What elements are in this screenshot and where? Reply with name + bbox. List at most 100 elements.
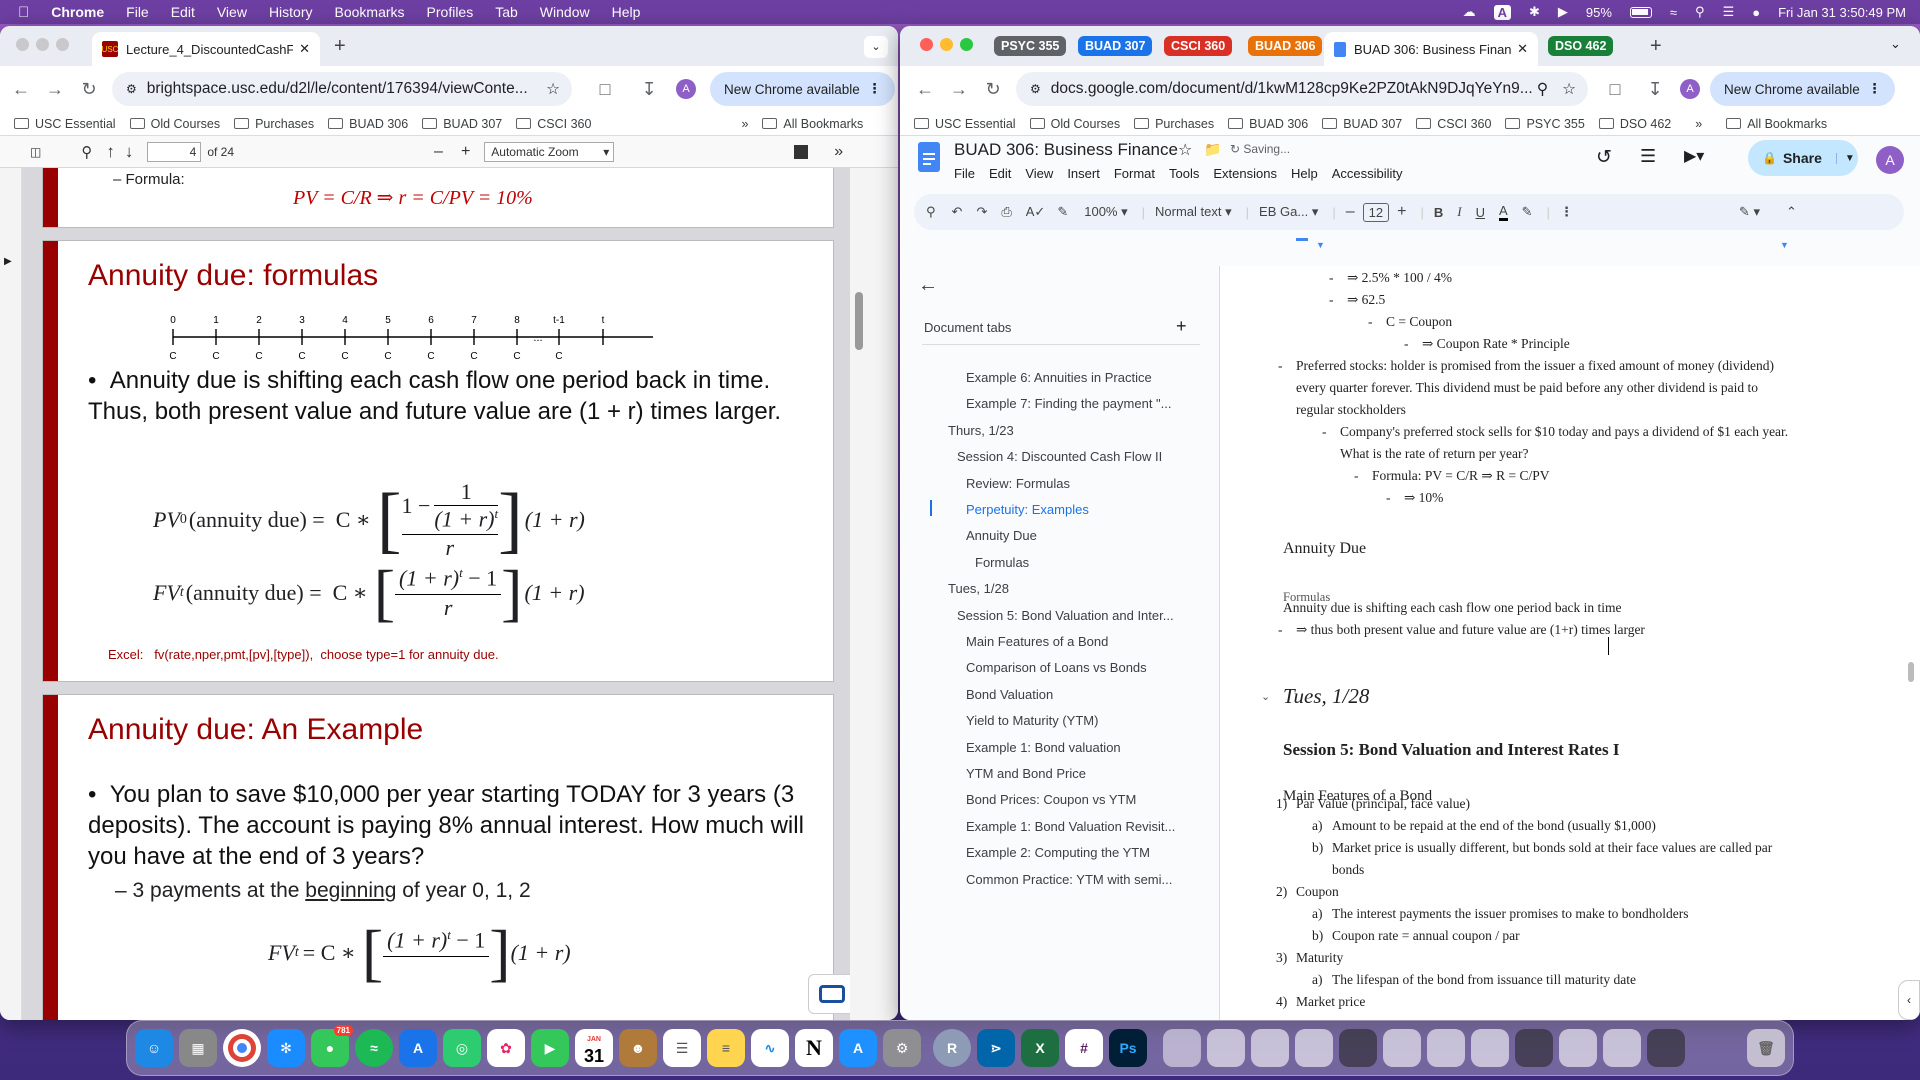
outline-item[interactable]: Bond Prices: Coupon vs YTM bbox=[966, 792, 1136, 807]
bookmark-folder[interactable]: USC Essential bbox=[14, 117, 116, 131]
outline-item[interactable]: Main Features of a Bond bbox=[966, 634, 1108, 649]
menu-file[interactable]: File bbox=[126, 4, 149, 20]
bookmark-folder[interactable]: Purchases bbox=[234, 117, 314, 131]
docs-logo-icon[interactable] bbox=[918, 142, 940, 172]
highlight-icon[interactable]: ✎ bbox=[1522, 204, 1533, 220]
outline-item[interactable]: Comparison of Loans vs Bonds bbox=[966, 660, 1147, 675]
docs-menu-help[interactable]: Help bbox=[1291, 166, 1318, 181]
close-window-icon[interactable] bbox=[16, 38, 29, 51]
menu-profiles[interactable]: Profiles bbox=[427, 4, 474, 20]
menu-history[interactable]: History bbox=[269, 4, 313, 20]
new-tab-icon[interactable]: + bbox=[1650, 35, 1662, 58]
minimized-window-thumbnail[interactable] bbox=[1383, 1029, 1421, 1067]
zoom-lens-icon[interactable]: ⚲ bbox=[1537, 80, 1548, 99]
finder-icon[interactable]: ☺ bbox=[135, 1029, 173, 1067]
style-dropdown[interactable]: Normal text ▾ bbox=[1155, 204, 1232, 220]
outline-item[interactable]: Example 6: Annuities in Practice bbox=[966, 370, 1152, 385]
outline-item[interactable]: Formulas bbox=[975, 555, 1029, 570]
apple-icon[interactable]:  bbox=[18, 4, 29, 21]
zoom-window-icon[interactable] bbox=[960, 38, 973, 51]
version-history-icon[interactable]: ↺ bbox=[1596, 146, 1612, 169]
docs-menu-edit[interactable]: Edit bbox=[989, 166, 1011, 181]
site-info-icon[interactable]: ⚙ bbox=[126, 82, 137, 96]
bookmark-folder[interactable]: BUAD 306 bbox=[328, 117, 408, 131]
ruler-right-margin-icon[interactable]: ▼ bbox=[1780, 240, 1789, 250]
freeform-icon[interactable]: ∿ bbox=[751, 1029, 789, 1067]
italic-icon[interactable]: I bbox=[1457, 204, 1461, 220]
zoom-select[interactable]: Automatic Zoom ▾ bbox=[484, 141, 615, 162]
download-icon[interactable]: ↧ bbox=[632, 79, 666, 100]
tab-group-psyc355[interactable]: PSYC 355 bbox=[994, 36, 1067, 56]
add-tab-icon[interactable]: + bbox=[1176, 316, 1187, 337]
pdf-scrollbar-thumb[interactable] bbox=[855, 292, 863, 350]
tab-group-dso462[interactable]: DSO 462 bbox=[1548, 36, 1614, 56]
outline-item[interactable]: Example 1: Bond Valuation Revisit... bbox=[966, 819, 1175, 834]
site-info-icon[interactable]: ⚙ bbox=[1030, 82, 1041, 96]
zoom-window-icon[interactable] bbox=[56, 38, 69, 51]
docs-menu-accessibility[interactable]: Accessibility bbox=[1332, 166, 1403, 181]
expand-sidebar-icon[interactable]: ▶ bbox=[4, 256, 12, 267]
minimized-window-thumbnail[interactable] bbox=[1295, 1029, 1333, 1067]
tab-group-buad306[interactable]: BUAD 306 bbox=[1248, 36, 1323, 56]
ruler-indent-marker[interactable] bbox=[1296, 238, 1308, 241]
docs-menu-file[interactable]: File bbox=[954, 166, 975, 181]
meet-icon[interactable]: ▶▾ bbox=[1684, 146, 1704, 166]
bookmark-folder[interactable]: Purchases bbox=[1134, 117, 1214, 131]
menu-bookmarks[interactable]: Bookmarks bbox=[335, 4, 405, 20]
bold-icon[interactable]: B bbox=[1434, 205, 1443, 220]
redo-icon[interactable]: ↷ bbox=[976, 204, 987, 220]
new-chrome-button[interactable]: New Chrome available ⋮ bbox=[1710, 72, 1896, 106]
bookmark-star-icon[interactable]: ☆ bbox=[1562, 80, 1576, 99]
bookmark-folder[interactable]: BUAD 307 bbox=[422, 117, 502, 131]
docs-menu-insert[interactable]: Insert bbox=[1067, 166, 1100, 181]
control-center-icon[interactable]: ☰ bbox=[1723, 4, 1735, 20]
bookmark-folder[interactable]: Old Courses bbox=[1029, 117, 1120, 131]
outline-item[interactable]: Annuity Due bbox=[966, 528, 1037, 543]
photos-icon[interactable]: ✿ bbox=[487, 1029, 525, 1067]
spotify-icon[interactable]: ≈ bbox=[355, 1029, 393, 1067]
safari-icon[interactable]: ✻ bbox=[267, 1029, 305, 1067]
minimize-window-icon[interactable] bbox=[36, 38, 49, 51]
bookmark-star-icon[interactable]: ☆ bbox=[546, 80, 560, 99]
tab-google-doc[interactable]: BUAD 306: Business Finance ✕ bbox=[1324, 32, 1538, 66]
tools-overflow-icon[interactable]: » bbox=[834, 143, 843, 161]
document-page[interactable]: - ⇒ 2.5% * 100 / 4% - ⇒ 62.5- C = Coupon - ⇒ C… bbox=[1221, 266, 1920, 1020]
more-tools-icon[interactable]: ⋮ bbox=[1560, 204, 1573, 220]
outline-item[interactable]: Tues, 1/28 bbox=[948, 581, 1009, 596]
close-window-icon[interactable] bbox=[920, 38, 933, 51]
comments-icon[interactable]: ☰ bbox=[1640, 146, 1656, 167]
back-icon[interactable]: ← bbox=[908, 79, 942, 100]
tab-lecture-pdf[interactable]: USC Lecture_4_DiscountedCashF ✕ bbox=[92, 32, 320, 66]
minimized-window-thumbnail[interactable] bbox=[1559, 1029, 1597, 1067]
bookmark-folder[interactable]: Old Courses bbox=[129, 117, 220, 131]
wifi-icon[interactable]: ≈ bbox=[1670, 5, 1677, 20]
extensions-icon[interactable]: □ bbox=[588, 79, 622, 100]
docs-menu-tools[interactable]: Tools bbox=[1169, 166, 1199, 181]
minimized-window-thumbnail[interactable] bbox=[1427, 1029, 1465, 1067]
downloads-stack-icon[interactable] bbox=[1163, 1029, 1201, 1067]
share-dropdown-icon[interactable]: ▼ bbox=[1835, 152, 1855, 164]
close-tab-icon[interactable]: ✕ bbox=[299, 41, 310, 57]
collapse-heading-icon[interactable]: ⌄ bbox=[1261, 690, 1270, 703]
notes-icon[interactable]: ≡ bbox=[707, 1029, 745, 1067]
presentation-mode-icon[interactable] bbox=[794, 144, 809, 159]
previous-page-icon[interactable]: ↑ bbox=[106, 142, 115, 162]
close-outline-icon[interactable]: ← bbox=[918, 274, 938, 297]
app-store-icon[interactable]: A bbox=[839, 1029, 877, 1067]
photoshop-icon[interactable]: Ps bbox=[1109, 1029, 1147, 1067]
reminders-icon[interactable]: ☰ bbox=[663, 1029, 701, 1067]
creative-cloud-icon[interactable]: ☁ bbox=[1463, 4, 1476, 20]
profile-avatar[interactable]: A bbox=[676, 79, 696, 99]
reload-icon[interactable]: ↻ bbox=[72, 79, 106, 100]
all-bookmarks[interactable]: All Bookmarks bbox=[1726, 117, 1827, 131]
minimized-window-thumbnail[interactable] bbox=[1515, 1029, 1553, 1067]
minimized-window-thumbnail[interactable] bbox=[1603, 1029, 1641, 1067]
increase-font-size-icon[interactable]: + bbox=[1397, 203, 1406, 221]
sidebar-toggle-icon[interactable]: ◫ bbox=[30, 145, 41, 159]
outline-item[interactable]: Thurs, 1/23 bbox=[948, 423, 1014, 438]
bookmark-folder[interactable]: CSCI 360 bbox=[516, 117, 591, 131]
trash-icon[interactable]: 🗑 bbox=[1747, 1029, 1785, 1067]
outline-item[interactable]: Review: Formulas bbox=[966, 476, 1070, 491]
editing-mode-icon[interactable]: ✎ ▾ bbox=[1739, 204, 1760, 220]
address-bar[interactable]: ⚙ brightspace.usc.edu/d2l/le/content/176… bbox=[112, 72, 572, 106]
